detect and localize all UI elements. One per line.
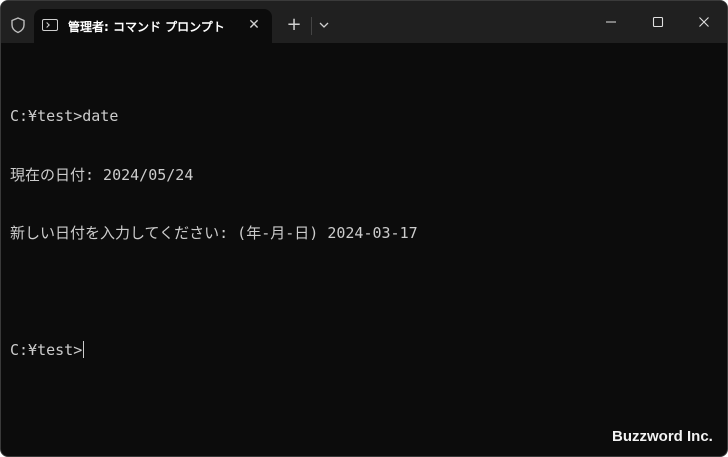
shield-icon: [11, 17, 25, 34]
prompt-line: C:¥test>: [10, 341, 727, 361]
terminal-output[interactable]: C:¥test>date 現在の日付: 2024/05/24 新しい日付を入力し…: [10, 68, 727, 400]
prompt-text: C:¥test>: [10, 341, 83, 359]
tab-title: 管理者: コマンド プロンプト: [68, 20, 225, 34]
text-cursor: [83, 341, 85, 358]
tab-separator: [311, 17, 312, 35]
close-icon[interactable]: ✕: [244, 15, 264, 35]
terminal-window: 管理者: コマンド プロンプト ✕ + C:¥test>date 現在の日付: …: [0, 0, 728, 457]
chevron-down-icon[interactable]: [315, 15, 333, 35]
maximize-icon[interactable]: [647, 11, 669, 33]
tab-command-prompt[interactable]: 管理者: コマンド プロンプト ✕: [34, 9, 272, 43]
plus-icon[interactable]: +: [284, 15, 304, 35]
window-close-icon[interactable]: [693, 11, 715, 33]
command-prompt-icon: [42, 19, 58, 31]
terminal-line: C:¥test>date: [10, 107, 119, 125]
minimize-icon[interactable]: [600, 11, 622, 33]
terminal-line: 現在の日付: 2024/05/24: [10, 165, 194, 184]
watermark: Buzzword Inc.: [612, 428, 713, 445]
terminal-line: 新しい日付を入力してください: (年-月-日) 2024-03-17: [10, 224, 418, 242]
title-bar[interactable]: 管理者: コマンド プロンプト ✕ +: [1, 1, 727, 43]
